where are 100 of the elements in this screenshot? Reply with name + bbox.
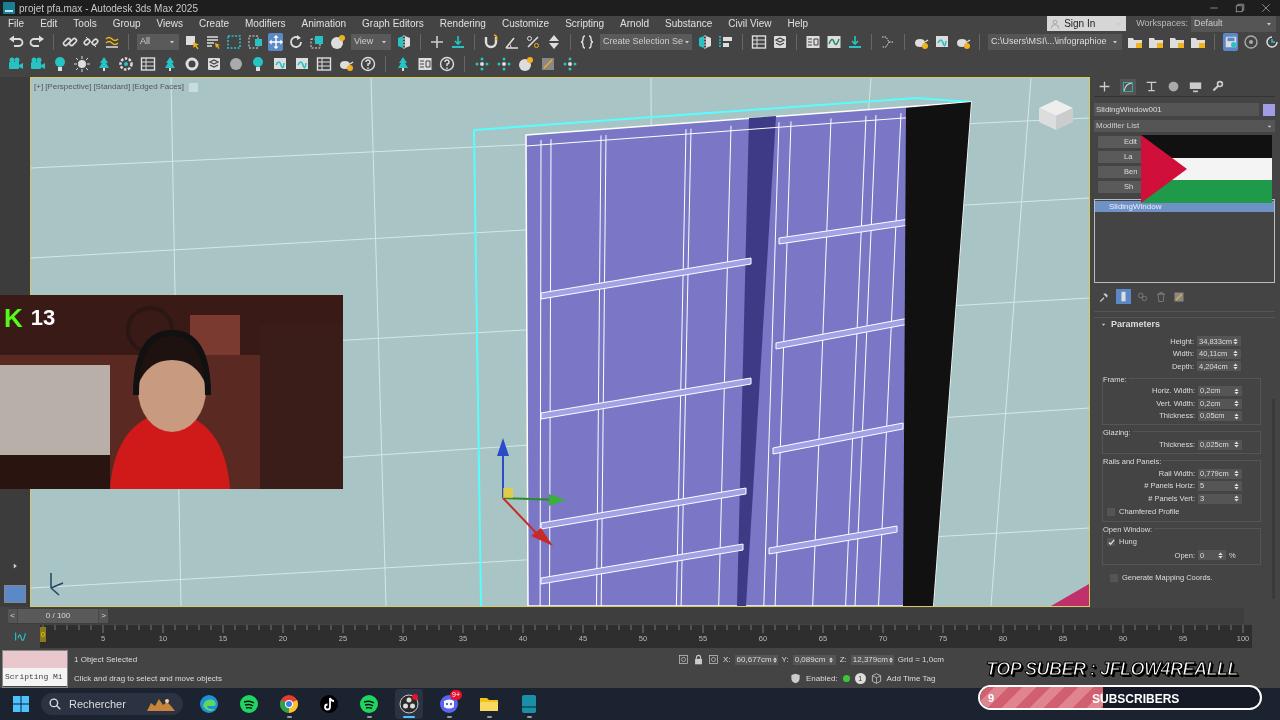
camera-icon[interactable] <box>30 55 46 72</box>
tree-icon[interactable] <box>96 55 112 72</box>
select-object-icon[interactable] <box>184 33 200 50</box>
spinner-arrows-icon[interactable] <box>887 656 894 663</box>
coordinate-field[interactable]: 0,089cm <box>792 654 836 665</box>
macro-recorder-field[interactable] <box>3 651 67 668</box>
music-app-icon[interactable] <box>239 694 259 714</box>
browser-icon[interactable] <box>279 694 299 714</box>
menu-item[interactable]: Group <box>104 16 149 31</box>
curve-editor-icon[interactable] <box>826 33 842 50</box>
transform-gizmo-drawing[interactable] <box>497 438 566 546</box>
spinner-arrows-icon[interactable] <box>1233 412 1240 420</box>
redo-icon[interactable] <box>29 33 45 50</box>
spinner-arrows-icon[interactable] <box>1233 400 1240 407</box>
pivot-cross-icon[interactable] <box>429 33 445 50</box>
spheres-icon[interactable] <box>518 55 534 72</box>
light-bulb-icon[interactable] <box>250 55 266 72</box>
grid-dots-icon[interactable] <box>562 55 578 72</box>
checkbox[interactable] <box>1107 538 1115 546</box>
camera-icon[interactable] <box>8 55 24 72</box>
align-icon[interactable] <box>718 33 734 50</box>
menu-item[interactable]: Edit <box>32 16 66 31</box>
configure-icon[interactable] <box>1173 290 1185 303</box>
spinner-arrows-icon[interactable] <box>1217 551 1224 559</box>
start-icon[interactable] <box>13 696 29 712</box>
object-color-swatch[interactable] <box>1263 103 1275 116</box>
grid-icon[interactable] <box>316 55 332 72</box>
sphere-icon[interactable] <box>228 55 244 72</box>
pivot-icon[interactable] <box>330 33 346 50</box>
wrench-icon[interactable] <box>1211 80 1224 93</box>
scale-icon[interactable] <box>309 33 325 50</box>
chat-app-icon[interactable] <box>439 694 459 714</box>
viewport-label[interactable]: [+] <box>34 81 44 93</box>
light-bulb-icon[interactable] <box>52 55 68 72</box>
viewport-label[interactable]: [Standard] <box>93 81 131 93</box>
coordinate-field[interactable]: 12,379cm <box>850 654 894 665</box>
viewport-label[interactable]: [Perspective] <box>45 81 92 93</box>
target-icon[interactable] <box>496 55 512 72</box>
layer-explorer-icon[interactable] <box>772 33 788 50</box>
spinner-arrows-icon[interactable] <box>1232 362 1239 370</box>
spinner-arrows-icon[interactable] <box>1233 387 1240 395</box>
modeling-app-icon[interactable] <box>519 694 539 714</box>
isolate-selection-icon[interactable] <box>678 654 689 665</box>
taskbar-app-button[interactable] <box>395 689 423 719</box>
render-frame-icon[interactable] <box>294 55 310 72</box>
rectangle-selection-icon[interactable] <box>226 33 242 50</box>
menu-item[interactable]: File <box>0 16 33 31</box>
window-crossing-icon[interactable] <box>247 33 263 50</box>
spinner-arrows-icon[interactable] <box>1232 337 1239 345</box>
viewport-toggle-button[interactable] <box>188 82 198 92</box>
edit-named-selection-icon[interactable] <box>579 33 595 50</box>
curve-editor-icon[interactable] <box>13 630 27 643</box>
restore-icon[interactable] <box>1234 2 1246 14</box>
object-corner-drawing[interactable] <box>1051 584 1089 606</box>
spinner-arrows-icon[interactable] <box>1233 470 1240 477</box>
object-name-field[interactable]: SlidingWindow001 <box>1094 103 1259 116</box>
spinner-arrows-icon[interactable] <box>771 656 778 663</box>
browser-icon[interactable] <box>199 694 219 714</box>
menu-item[interactable]: Views <box>148 16 191 31</box>
menu-item[interactable]: Modifiers <box>237 16 294 31</box>
frame-icon[interactable] <box>272 55 288 72</box>
spinner-arrows-icon[interactable] <box>1233 495 1240 502</box>
script-listener-field[interactable]: Scripting Mi <box>3 668 67 686</box>
sign-in-dropdown[interactable]: Sign In <box>1047 16 1127 31</box>
add-time-tag-link[interactable]: Add Time Tag <box>886 672 936 685</box>
coordinate-field[interactable]: 60,677cm <box>734 654 778 665</box>
close-icon[interactable] <box>1260 2 1272 14</box>
menu-item[interactable]: Scripting <box>557 16 613 31</box>
menu-item[interactable]: Substance <box>657 16 721 31</box>
menu-item[interactable]: Graph Editors <box>354 16 432 31</box>
snap-toggle-icon[interactable] <box>483 33 499 50</box>
selection-lock-icon[interactable] <box>693 654 704 665</box>
project-path-dropdown[interactable]: C:\Users\MSI\...\infographioe <box>988 33 1122 50</box>
search-field[interactable]: Rechercher <box>41 693 183 715</box>
undo-icon[interactable] <box>8 33 24 50</box>
previous-frame-button[interactable]: < <box>8 609 17 623</box>
list-icon[interactable] <box>417 55 433 72</box>
select-by-name-icon[interactable] <box>205 33 221 50</box>
time-slider-track[interactable]: < 0 / 100 > <box>8 608 1244 624</box>
menu-item[interactable]: Rendering <box>431 16 494 31</box>
ring-icon[interactable] <box>1243 33 1259 50</box>
time-slider[interactable]: < 0 / 100 > <box>8 609 108 623</box>
pin-stack-icon[interactable] <box>1098 290 1110 303</box>
percent-snap-icon[interactable] <box>525 33 541 50</box>
help-icon[interactable] <box>360 55 376 72</box>
viewport-label[interactable]: [Edged Faces] <box>132 81 184 93</box>
history-icon[interactable] <box>1264 33 1280 50</box>
create-tab-icon[interactable] <box>1098 80 1111 93</box>
modifier-list-dropdown[interactable]: Modifier List <box>1094 120 1275 132</box>
help-icon[interactable] <box>439 55 455 72</box>
display-icon[interactable] <box>1189 80 1202 93</box>
hierarchy-icon[interactable] <box>1145 80 1158 93</box>
spinner-arrows-icon[interactable] <box>1233 441 1240 449</box>
list-icon[interactable] <box>140 55 156 72</box>
paint-icon[interactable] <box>540 55 556 72</box>
next-frame-button[interactable]: > <box>99 609 108 623</box>
menu-item[interactable]: Civil View <box>720 16 780 31</box>
sun-icon[interactable] <box>74 55 90 72</box>
spinner-snap-icon[interactable] <box>546 33 562 50</box>
scene-explorer-icon[interactable] <box>751 33 767 50</box>
